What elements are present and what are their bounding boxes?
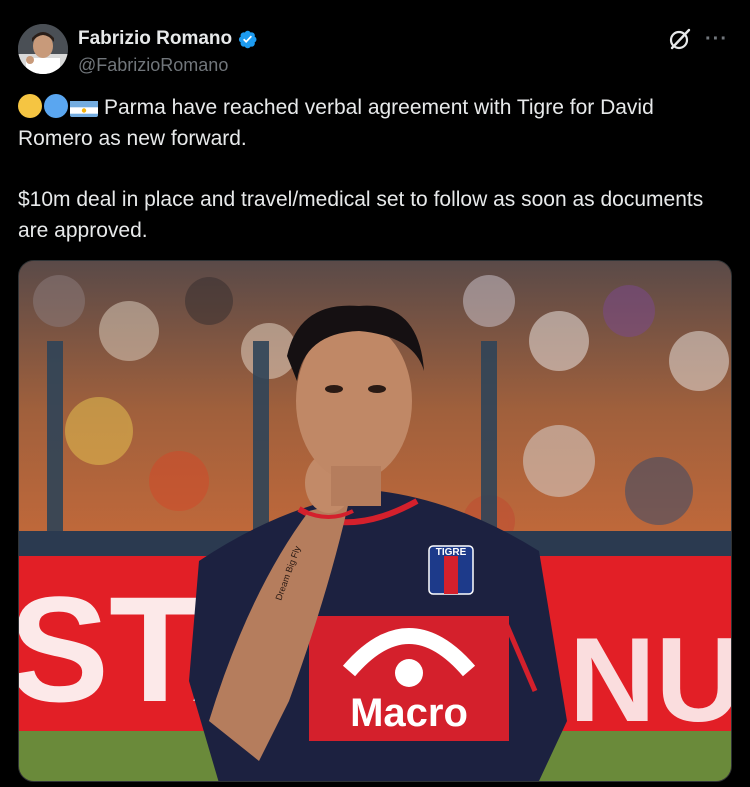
- tweet: Fabrizio Romano @FabrizioRomano ··· Parm…: [0, 0, 750, 787]
- more-icon[interactable]: ···: [705, 29, 728, 49]
- tweet-actions-top: ···: [667, 26, 728, 52]
- author-names: Fabrizio Romano @FabrizioRomano: [78, 28, 258, 76]
- tweet-text: Parma have reached verbal agreement with…: [18, 92, 730, 246]
- verified-badge-icon[interactable]: [237, 29, 258, 50]
- banner-right-text: NUEVA: [569, 613, 732, 747]
- avatar[interactable]: [18, 24, 68, 74]
- tweet-paragraph-2: $10m deal in place and travel/medical se…: [18, 188, 704, 242]
- author-display-name[interactable]: Fabrizio Romano: [78, 28, 232, 50]
- author-handle[interactable]: @FabrizioRomano: [78, 54, 258, 76]
- blue-circle-icon: [44, 94, 68, 118]
- yellow-circle-icon: [18, 94, 42, 118]
- tweet-paragraph-1: Parma have reached verbal agreement with…: [18, 92, 730, 154]
- argentina-flag-icon: [70, 98, 98, 117]
- tweet-header: Fabrizio Romano @FabrizioRomano: [18, 24, 258, 76]
- crest-text: TIGRE: [436, 547, 467, 558]
- sponsor-text: Macro: [350, 691, 468, 735]
- tweet-paragraph-1-text: Parma have reached verbal agreement with…: [18, 96, 654, 150]
- grok-icon[interactable]: [667, 26, 693, 52]
- tweet-media-photo[interactable]: STAZ NUEVA Macro TIGRE: [18, 260, 732, 782]
